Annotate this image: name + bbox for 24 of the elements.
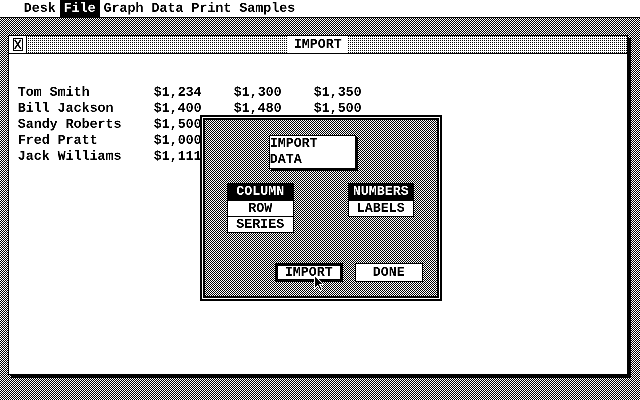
dialog-button[interactable]: DONE <box>355 263 423 282</box>
value-cell-text: $1,500 <box>154 117 203 133</box>
window-title: IMPORT <box>288 36 348 53</box>
value-cell-text: $1,350 <box>314 85 363 101</box>
option-button[interactable]: COLUMN <box>228 184 293 200</box>
value-cell-text: $1,480 <box>234 101 283 117</box>
option-button[interactable]: NUMBERS <box>349 184 413 200</box>
value-cell-text: $1,500 <box>314 101 363 117</box>
name-cell-text: Fred Pratt <box>18 133 99 149</box>
value-cell-text: $1,234 <box>154 85 203 101</box>
name-cell-text: Bill Jackson <box>18 101 115 117</box>
value-cell-text: $1,000 <box>154 133 203 149</box>
dialog-title: IMPORT DATA <box>269 135 356 169</box>
name-cell-text: Jack Williams <box>18 149 123 165</box>
name-cell-text: Sandy Roberts <box>18 117 123 133</box>
dialog-button[interactable]: IMPORT <box>275 263 343 282</box>
value-cell-text: $1,111 <box>154 149 203 165</box>
value-cell-text: $1,300 <box>234 85 283 101</box>
menu-item[interactable]: File <box>60 0 100 17</box>
value-cell-text: $1,400 <box>154 101 203 117</box>
mouse-pointer-icon <box>314 275 325 292</box>
name-cell-text: Tom Smith <box>18 85 91 101</box>
close-button[interactable] <box>9 36 27 53</box>
close-icon <box>12 38 22 51</box>
